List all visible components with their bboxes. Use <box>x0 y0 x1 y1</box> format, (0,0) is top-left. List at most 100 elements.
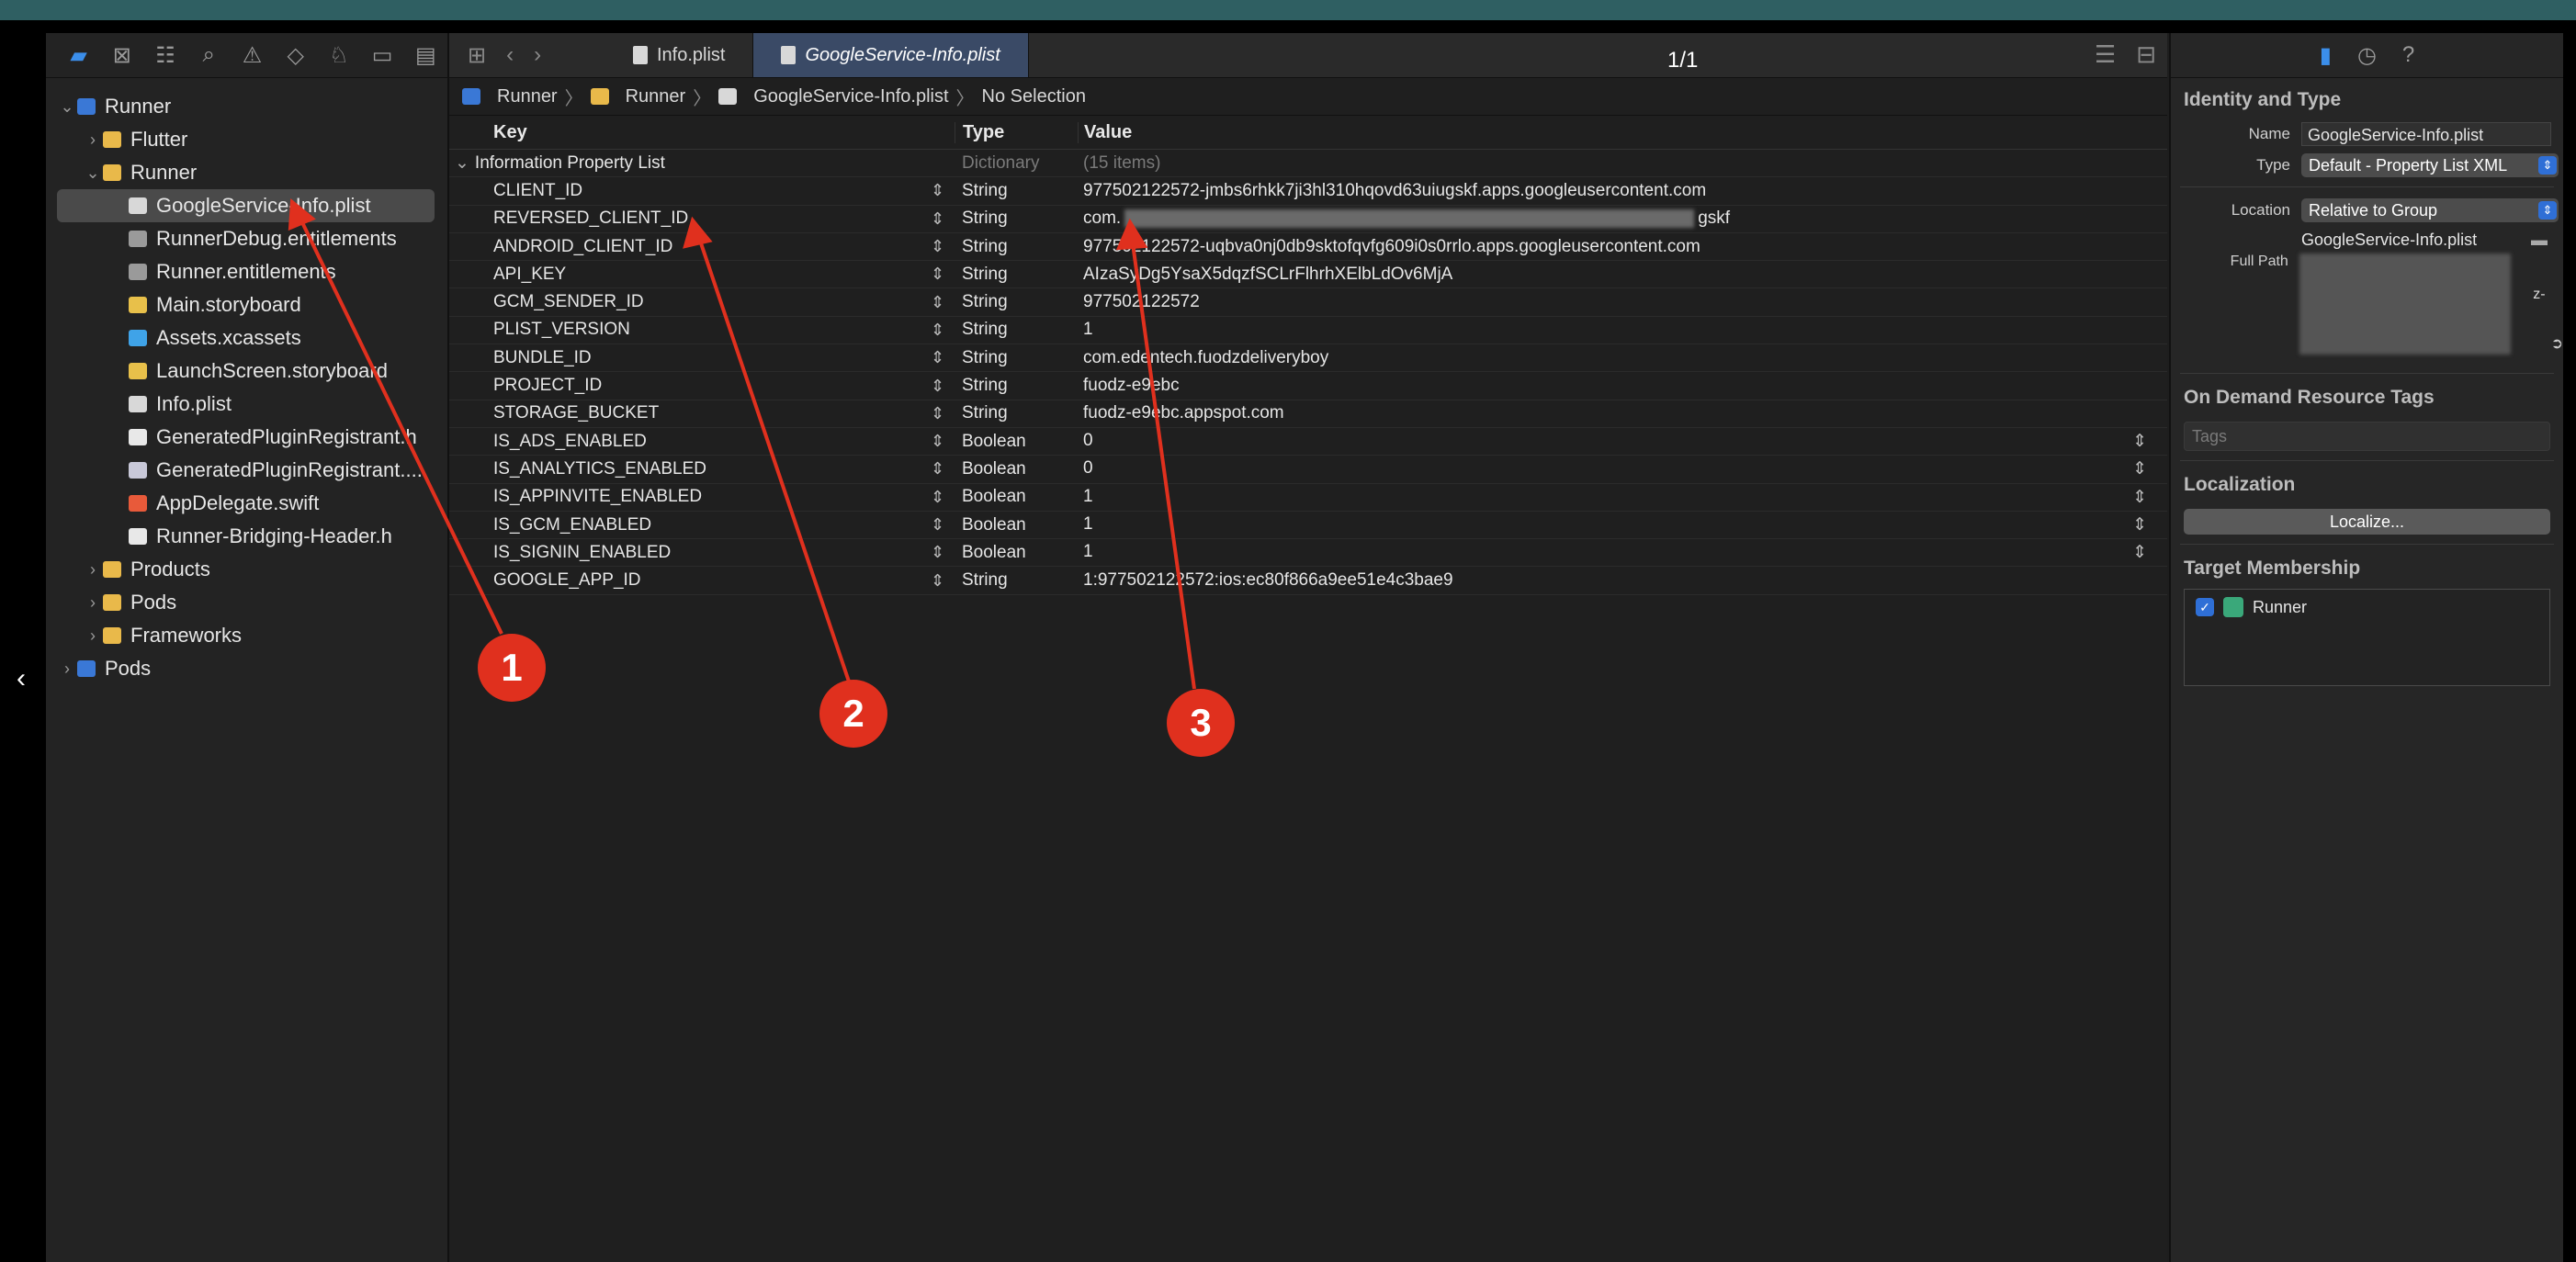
chevron-right-icon[interactable]: › <box>83 626 103 646</box>
value-column-header[interactable]: Value <box>1078 121 2167 143</box>
row-value[interactable]: 1 ⇕ <box>1078 542 2167 563</box>
plist-row[interactable]: GOOGLE_APP_ID ⇕ String 1:977502122572:ios:e… <box>449 567 2167 595</box>
plist-row[interactable]: IS_APPINVITE_ENABLED ⇕ Boolean 1 ⇕ <box>449 484 2167 512</box>
row-value[interactable]: 977502122572-uqbva0nj0db9sktofqvfg609i0s… <box>1078 237 2167 257</box>
search-icon[interactable]: ⌕ <box>187 37 231 73</box>
tags-input[interactable]: Tags <box>2184 422 2550 451</box>
sidebar-item[interactable]: › Pods <box>46 586 447 619</box>
chevron-right-icon[interactable]: › <box>83 130 103 150</box>
tab-googleservice-plist[interactable]: GoogleService-Info.plist <box>753 33 1029 77</box>
location-select[interactable]: Relative to Group ⇕ <box>2301 198 2559 222</box>
row-value[interactable]: fuodz-e9ebc <box>1078 376 2167 396</box>
chevron-right-icon[interactable]: › <box>83 560 103 580</box>
sidebar-item[interactable]: GeneratedPluginRegistrant.h <box>46 421 447 454</box>
type-stepper-icon[interactable]: ⇕ <box>931 377 955 396</box>
sidebar-item[interactable]: › Products <box>46 553 447 586</box>
plist-row[interactable]: PLIST_VERSION ⇕ String 1 <box>449 317 2167 345</box>
sidebar-item[interactable]: RunnerDebug.entitlements <box>46 222 447 255</box>
type-stepper-icon[interactable]: ⇕ <box>931 488 955 507</box>
forward-icon[interactable]: › <box>534 42 541 68</box>
plist-row[interactable]: API_KEY ⇕ String AIzaSyDg5YsaX5dqzfSCLrFlhr… <box>449 261 2167 289</box>
type-column-header[interactable]: Type <box>955 121 1078 143</box>
boolean-stepper-icon[interactable]: ⇕ <box>2132 514 2147 535</box>
breakpoint-icon[interactable]: ▭ <box>361 37 404 73</box>
chevron-down-icon[interactable]: ⌄ <box>455 153 469 173</box>
row-value[interactable]: 977502122572 <box>1078 292 2167 312</box>
breadcrumb-item[interactable]: GoogleService-Info.plist <box>753 86 948 107</box>
name-field[interactable]: GoogleService-Info.plist <box>2301 122 2551 146</box>
row-value[interactable]: 1 ⇕ <box>1078 487 2167 508</box>
type-stepper-icon[interactable]: ⇕ <box>931 237 955 256</box>
row-value[interactable]: 1 ⇕ <box>1078 514 2167 535</box>
sidebar-item[interactable]: Assets.xcassets <box>46 321 447 355</box>
checkbox-checked-icon[interactable]: ✓ <box>2196 598 2214 616</box>
sidebar-item[interactable]: LaunchScreen.storyboard <box>46 355 447 388</box>
sidebar-item[interactable]: GoogleService-Info.plist <box>57 189 435 222</box>
report-icon[interactable]: ▤ <box>404 37 447 73</box>
row-value[interactable]: 1 <box>1078 320 2167 340</box>
sidebar-item[interactable]: › Frameworks <box>46 619 447 652</box>
sidebar-item[interactable]: Main.storyboard <box>46 288 447 321</box>
plist-row[interactable]: IS_SIGNIN_ENABLED ⇕ Boolean 1 ⇕ <box>449 539 2167 568</box>
plist-row[interactable]: IS_ANALYTICS_ENABLED ⇕ Boolean 0 ⇕ <box>449 456 2167 484</box>
plist-row[interactable]: PROJECT_ID ⇕ String fuodz-e9ebc <box>449 372 2167 400</box>
type-stepper-icon[interactable]: ⇕ <box>931 515 955 535</box>
root-row[interactable]: ⌄ Information Property List Dictionary (1… <box>449 150 2167 178</box>
breadcrumb-item[interactable]: Runner <box>626 86 686 107</box>
folder-icon[interactable]: ▰ <box>57 37 100 73</box>
chevron-left-icon[interactable]: ‹ <box>17 663 26 694</box>
plist-row[interactable]: REVERSED_CLIENT_ID ⇕ String com. gskf <box>449 206 2167 233</box>
sidebar-item[interactable]: Runner-Bridging-Header.h <box>46 520 447 553</box>
warning-icon[interactable]: ⚠ <box>231 37 274 73</box>
symbol-icon[interactable]: ☷ <box>143 37 186 73</box>
type-stepper-icon[interactable]: ⇕ <box>931 181 955 200</box>
plist-row[interactable]: ANDROID_CLIENT_ID ⇕ String 977502122572-uqb… <box>449 233 2167 262</box>
breadcrumb-item[interactable]: No Selection <box>982 86 1086 107</box>
type-stepper-icon[interactable]: ⇕ <box>931 404 955 423</box>
boolean-stepper-icon[interactable]: ⇕ <box>2132 431 2147 452</box>
tab-info-plist[interactable]: Info.plist <box>605 33 754 77</box>
chevron-right-icon[interactable]: › <box>83 593 103 613</box>
reveal-arrow-icon[interactable]: ➲ <box>2551 334 2563 364</box>
type-stepper-icon[interactable]: ⇕ <box>931 293 955 312</box>
sidebar-item[interactable]: Runner.entitlements <box>46 255 447 288</box>
type-stepper-icon[interactable]: ⇕ <box>931 321 955 340</box>
breadcrumb-item[interactable]: Runner <box>497 86 558 107</box>
sidebar-item[interactable]: ⌄ Runner <box>46 156 447 189</box>
row-value[interactable]: 977502122572-jmbs6rhkk7ji3hl310hqovd63ui… <box>1078 181 2167 201</box>
file-inspector-icon[interactable]: ▮ <box>2320 42 2332 69</box>
plist-row[interactable]: CLIENT_ID ⇕ String 977502122572-jmbs6rhkk7j… <box>449 177 2167 206</box>
key-column-header[interactable]: Key <box>449 122 931 143</box>
target-item[interactable]: ✓ Runner <box>2185 590 2549 625</box>
chevron-right-icon[interactable]: › <box>57 659 77 679</box>
row-value[interactable]: fuodz-e9ebc.appspot.com <box>1078 403 2167 423</box>
back-icon[interactable]: ‹ <box>506 42 514 68</box>
type-stepper-icon[interactable]: ⇕ <box>931 543 955 562</box>
boolean-stepper-icon[interactable]: ⇕ <box>2132 487 2147 508</box>
row-value[interactable]: com.edentech.fuodzdeliveryboy <box>1078 348 2167 368</box>
plist-row[interactable]: IS_GCM_ENABLED ⇕ Boolean 1 ⇕ <box>449 512 2167 540</box>
plist-row[interactable]: IS_ADS_ENABLED ⇕ Boolean 0 ⇕ <box>449 428 2167 456</box>
row-value[interactable]: AIzaSyDg5YsaX5dqzfSCLrFlhrhXElbLdOv6MjA <box>1078 265 2167 285</box>
chevron-down-icon[interactable]: ⌄ <box>57 97 77 117</box>
grid-icon[interactable]: ⊞ <box>468 42 486 69</box>
debug-icon[interactable]: ♘ <box>317 37 360 73</box>
sidebar-item[interactable]: AppDelegate.swift <box>46 487 447 520</box>
sidebar-item[interactable]: Info.plist <box>46 388 447 421</box>
test-icon[interactable]: ◇ <box>274 37 317 73</box>
sidebar-item[interactable]: GeneratedPluginRegistrant.... <box>46 454 447 487</box>
sidebar-item[interactable]: › Flutter <box>46 123 447 156</box>
row-value[interactable]: com. gskf <box>1078 208 2167 229</box>
folder-icon[interactable]: ▬ <box>2531 231 2548 250</box>
help-icon[interactable]: ? <box>2402 42 2414 68</box>
type-select[interactable]: Default - Property List XML ⇕ <box>2301 153 2559 177</box>
boolean-stepper-icon[interactable]: ⇕ <box>2132 542 2147 563</box>
plist-row[interactable]: GCM_SENDER_ID ⇕ String 977502122572 <box>449 288 2167 317</box>
type-stepper-icon[interactable]: ⇕ <box>931 348 955 367</box>
localize-button[interactable]: Localize... <box>2184 509 2550 535</box>
row-value[interactable]: 0 ⇕ <box>1078 431 2167 452</box>
split-editor-icon[interactable]: ⊟ <box>2136 40 2156 69</box>
type-stepper-icon[interactable]: ⇕ <box>931 459 955 479</box>
chevron-down-icon[interactable]: ⌄ <box>83 163 103 183</box>
type-stepper-icon[interactable]: ⇕ <box>931 209 955 229</box>
